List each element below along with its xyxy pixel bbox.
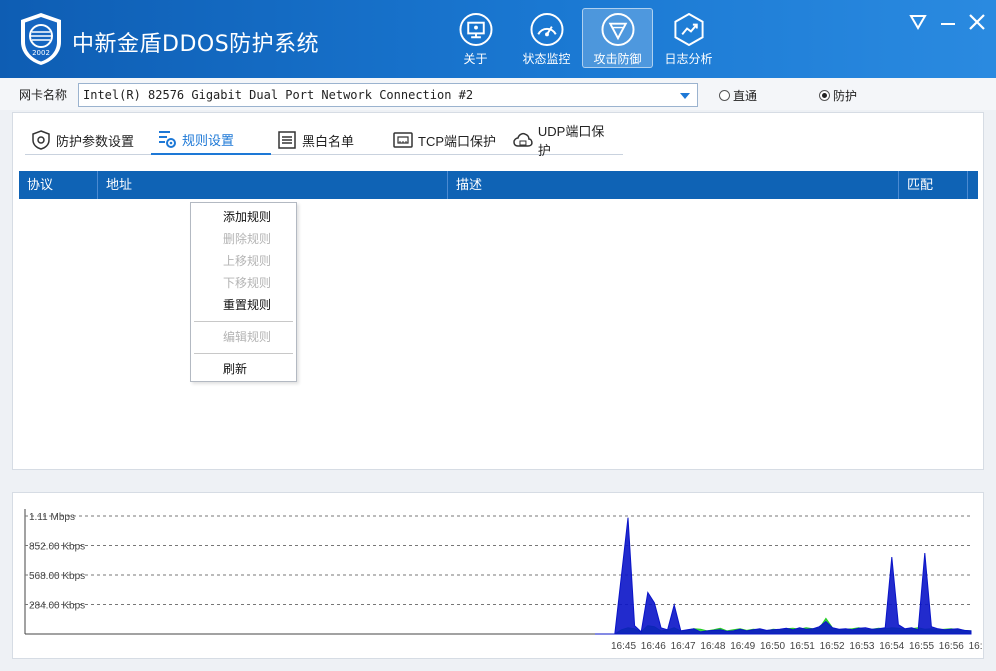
- nav-attack-defense[interactable]: 攻击防御: [582, 8, 653, 68]
- x-tick-label: 16:48: [700, 641, 725, 652]
- y-tick-label: 1.11 Mbps: [29, 512, 75, 523]
- tab-label: 防护参数设置: [56, 133, 135, 149]
- y-tick-label: 852.00 Kbps: [29, 542, 85, 553]
- nav-label: 关于: [463, 52, 488, 66]
- rules-panel: 防护参数设置 规则设置 黑白名单 TCP端口保护 UDP端口保护 协议 地址 描…: [12, 112, 984, 470]
- monitor-icon: [459, 13, 492, 46]
- title-bar: 2002 中新金盾DDOS防护系统 关于 状态监控 攻击防御 日志分析: [0, 0, 996, 78]
- main-nav: 关于 状态监控 攻击防御 日志分析: [440, 8, 724, 68]
- tab-protect-params[interactable]: 防护参数设置: [25, 125, 151, 155]
- nav-status-monitor[interactable]: 状态监控: [511, 8, 582, 68]
- x-tick-label: 16:54: [879, 641, 904, 652]
- col-match[interactable]: 匹配: [899, 171, 968, 199]
- tab-tcp-port[interactable]: TCP端口保护: [387, 125, 507, 155]
- menu-move-up-rule[interactable]: 上移规则: [191, 250, 296, 272]
- menu-separator: [194, 321, 293, 322]
- nic-label: 网卡名称: [19, 88, 68, 102]
- context-menu: 添加规则 删除规则 上移规则 下移规则 重置规则 编辑规则 刷新: [190, 202, 297, 382]
- tab-rules[interactable]: 规则设置: [151, 125, 271, 155]
- nav-log-analysis[interactable]: 日志分析: [653, 8, 724, 68]
- menu-edit-rule[interactable]: 编辑规则: [191, 326, 296, 348]
- gauge-icon: [530, 13, 563, 46]
- app-title: 中新金盾DDOS防护系统: [72, 32, 320, 57]
- chevron-down-icon: [680, 93, 690, 99]
- traffic-chart: 1.11 Mbps 852.00 Kbps 568.00 Kbps 284.00 Kb…: [24, 509, 983, 652]
- x-tick-label: 16:46: [641, 641, 666, 652]
- col-protocol[interactable]: 协议: [19, 171, 98, 199]
- tab-label: 黑白名单: [302, 133, 355, 149]
- x-tick-label: 16:: [969, 641, 983, 652]
- radio-protect[interactable]: 防护: [819, 87, 857, 104]
- nav-label: 状态监控: [522, 52, 571, 66]
- radio-circle: [719, 90, 730, 101]
- x-tick-label: 16:47: [671, 641, 696, 652]
- minimize-icon[interactable]: [936, 10, 960, 34]
- col-description[interactable]: 描述: [448, 171, 899, 199]
- shield-icon: [601, 13, 634, 46]
- nav-about[interactable]: 关于: [440, 8, 511, 68]
- list-icon: [278, 131, 296, 149]
- chart-icon: [673, 13, 704, 46]
- tab-blackwhite-list[interactable]: 黑白名单: [271, 125, 387, 155]
- port-icon: [393, 132, 413, 148]
- series-0-area: [595, 517, 972, 635]
- shield-gear-icon: [32, 130, 50, 150]
- col-address[interactable]: 地址: [98, 171, 448, 199]
- nic-row: 网卡名称 Intel(R) 82576 Gigabit Dual Port Ne…: [0, 78, 996, 110]
- radio-label: 防护: [833, 89, 858, 103]
- x-tick-label: 16:53: [849, 641, 874, 652]
- y-tick-label: 568.00 Kbps: [29, 571, 85, 582]
- x-tick-label: 16:55: [909, 641, 934, 652]
- x-tick-label: 16:50: [760, 641, 785, 652]
- menu-separator: [194, 353, 293, 354]
- tab-label: 规则设置: [182, 132, 235, 148]
- tab-label: UDP端口保护: [537, 124, 605, 158]
- menu-reset-rule[interactable]: 重置规则: [191, 294, 296, 316]
- nic-select[interactable]: Intel(R) 82576 Gigabit Dual Port Network…: [78, 83, 698, 107]
- rules-icon: [159, 131, 176, 148]
- tab-bar: 防护参数设置 规则设置 黑白名单 TCP端口保护 UDP端口保护: [25, 124, 623, 158]
- x-tick-label: 16:45: [611, 641, 636, 652]
- close-icon[interactable]: [965, 10, 989, 34]
- svg-text:2002: 2002: [32, 49, 50, 57]
- menu-add-rule[interactable]: 添加规则: [191, 206, 296, 228]
- tab-udp-port[interactable]: UDP端口保护: [507, 124, 623, 158]
- nav-label: 日志分析: [664, 52, 713, 66]
- cloud-icon: [513, 132, 533, 147]
- content-area: 防护参数设置 规则设置 黑白名单 TCP端口保护 UDP端口保护 协议 地址 描…: [0, 110, 996, 671]
- x-tick-label: 16:52: [820, 641, 845, 652]
- nav-label: 攻击防御: [593, 52, 642, 66]
- col-spacer: [968, 171, 978, 199]
- x-tick-label: 16:56: [939, 641, 964, 652]
- radio-circle: [819, 90, 830, 101]
- dropdown-menu-icon[interactable]: [906, 10, 930, 34]
- radio-label: 直通: [733, 89, 758, 103]
- menu-move-down-rule[interactable]: 下移规则: [191, 272, 296, 294]
- x-tick-label: 16:51: [790, 641, 815, 652]
- logo-shield-icon: 2002: [21, 13, 61, 65]
- tab-label: TCP端口保护: [418, 133, 497, 149]
- rules-table-header: 协议 地址 描述 匹配: [19, 171, 978, 199]
- radio-passthrough[interactable]: 直通: [719, 87, 757, 104]
- y-tick-label: 284.00 Kbps: [29, 601, 85, 612]
- traffic-chart-panel: 1.11 Mbps 852.00 Kbps 568.00 Kbps 284.00 Kb…: [12, 492, 984, 659]
- nic-value: Intel(R) 82576 Gigabit Dual Port Network…: [83, 88, 474, 102]
- menu-delete-rule[interactable]: 删除规则: [191, 228, 296, 250]
- menu-refresh[interactable]: 刷新: [191, 358, 296, 380]
- x-tick-label: 16:49: [730, 641, 755, 652]
